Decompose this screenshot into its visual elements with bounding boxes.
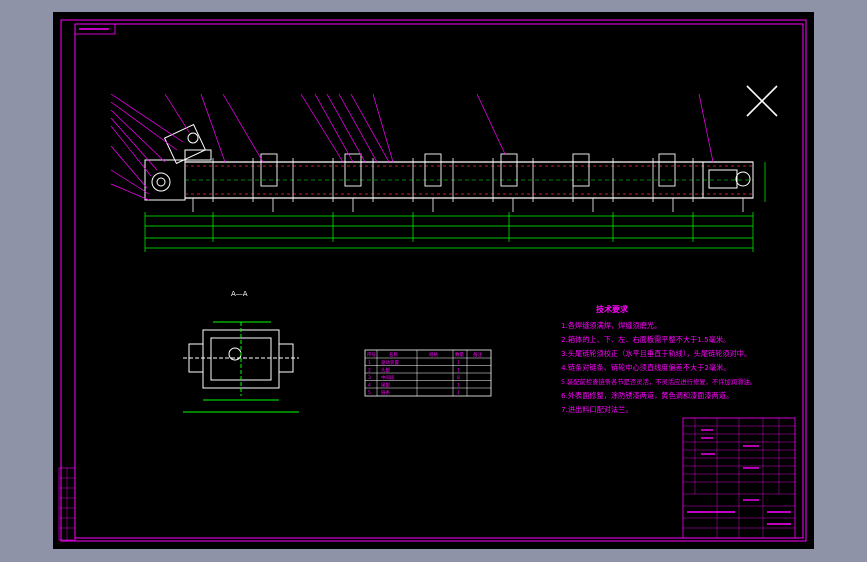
svg-text:1: 1: [457, 360, 460, 366]
svg-text:2: 2: [368, 368, 371, 374]
section-view: [183, 321, 299, 413]
svg-text:名称: 名称: [389, 351, 398, 358]
tech-line: 7.进出料口配对法兰。: [561, 405, 633, 414]
outer-frame: [60, 19, 807, 542]
svg-text:规格: 规格: [429, 351, 438, 358]
svg-text:备注: 备注: [473, 351, 482, 358]
parts-table: 序号 名称 规格 数量 备注 1 驱动装置 1 2 头部 1 3 中间段 8 4…: [364, 349, 492, 397]
svg-text:数量: 数量: [455, 351, 464, 358]
close-x-icon[interactable]: [746, 85, 778, 117]
svg-text:序号: 序号: [367, 351, 376, 358]
drawing-viewport[interactable]: A—A 序号 名称 规格 数量 备注 1 驱动装置 1 2 头部 1 3 中间段…: [53, 12, 814, 549]
tech-title: 技术要求: [596, 304, 629, 314]
conveyor-elevation: [144, 123, 754, 212]
svg-text:3: 3: [368, 375, 371, 381]
tech-line: 3.头尾链轮须校正（水平且垂直于轨线），头尾链轮须对中。: [561, 349, 751, 358]
section-label: A—A: [231, 290, 248, 298]
svg-text:5: 5: [368, 390, 371, 396]
tech-line: 1.各焊缝须满焊，焊缝须磨光。: [561, 321, 661, 330]
tech-line: 6.外表面修整，涂防锈漆两道，黄色调和漆面漆两道。: [561, 391, 733, 400]
cad-drawing[interactable]: A—A 序号 名称 规格 数量 备注 1 驱动装置 1 2 头部 1 3 中间段…: [53, 12, 814, 549]
svg-text:头部: 头部: [381, 367, 390, 374]
svg-text:1: 1: [457, 390, 460, 396]
dimension-lines: [144, 162, 766, 252]
svg-text:中间段: 中间段: [381, 374, 395, 381]
tech-line: 5.装配前检查链条各节是否灵活，不灵活应进行修复，不许加润滑油。: [561, 377, 756, 386]
head-sprocket: [151, 172, 171, 192]
svg-text:尾部: 尾部: [381, 382, 390, 389]
tech-requirements: 技术要求 1.各焊缝须满焊，焊缝须磨光。 2.箱体的上、下、左、右面板需平整不大…: [561, 304, 756, 414]
svg-text:1: 1: [457, 368, 460, 374]
tech-line: 4.链条对链条、链轮中心须直线度偏差不大于2毫米。: [561, 363, 731, 372]
svg-text:8: 8: [457, 375, 460, 381]
svg-text:1: 1: [457, 383, 460, 389]
inner-frame: [74, 23, 804, 539]
svg-text:4: 4: [368, 383, 371, 389]
tech-line: 2.箱体的上、下、左、右面板需平整不大于1.5毫米。: [561, 335, 730, 344]
svg-text:1: 1: [368, 360, 371, 366]
svg-text:驱动装置: 驱动装置: [381, 359, 399, 366]
leader-lines: [110, 93, 714, 201]
svg-text:链条: 链条: [381, 389, 390, 396]
title-block: [682, 417, 796, 539]
